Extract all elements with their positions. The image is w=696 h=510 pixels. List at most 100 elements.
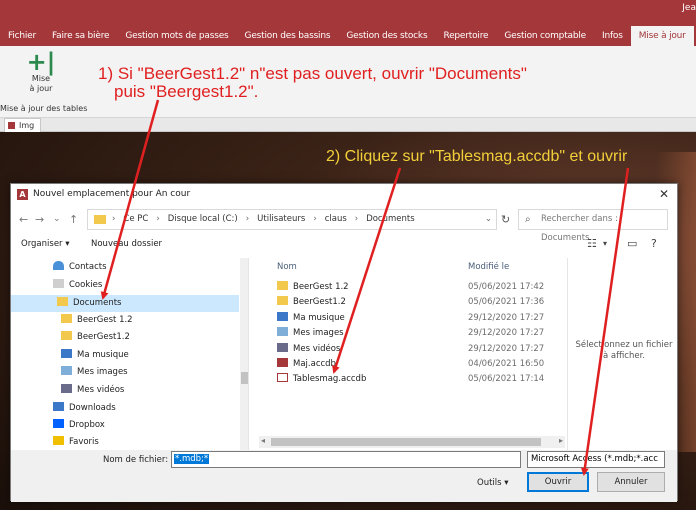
document-tab-bar: Img (0, 118, 696, 132)
images-icon (61, 366, 72, 375)
file-row[interactable]: Mes images 29/12/2020 17:27 (277, 326, 567, 341)
refresh-icon[interactable]: ↻ (501, 213, 510, 226)
nav-item-favoris[interactable]: Favoris (53, 434, 239, 451)
music-icon (61, 349, 72, 358)
breadcrumb-separator: › (354, 214, 359, 224)
new-folder-button[interactable]: Nouveau dossier (91, 239, 162, 249)
nav-item-beergest1-2[interactable]: BeerGest1.2 (61, 329, 239, 346)
document-tab-img[interactable]: Img (4, 118, 42, 132)
filetype-select[interactable]: Microsoft Access (*.mdb;*.acc (527, 451, 665, 468)
dialog-toolbar: Organiser ▾ Nouveau dossier ☷ ▾ ▭ ? (11, 236, 677, 256)
nav-item-documents[interactable]: Documents (11, 295, 239, 312)
tab-gestion-mots-de-passes[interactable]: Gestion mots de passes (117, 26, 236, 46)
breadcrumb-utilisateurs[interactable]: Utilisateurs (257, 210, 305, 229)
file-row[interactable]: BeerGest 1.2 05/06/2021 17:42 (277, 280, 567, 295)
open-button[interactable]: Ouvrir (527, 472, 589, 492)
organize-button[interactable]: Organiser ▾ (21, 239, 70, 249)
breadcrumb-separator: › (112, 214, 116, 224)
address-bar[interactable]: › Ce PC › Disque local (C:) › Utilisateu… (87, 209, 497, 230)
nav-item-cookies[interactable]: Cookies (53, 277, 239, 294)
up-arrow-icon[interactable]: ↑ (69, 213, 78, 226)
tab-gestion-comptable[interactable]: Gestion comptable (496, 26, 594, 46)
annotation-step1-line2: puis "Beergest1.2". (114, 82, 259, 101)
ribbon-group-label: Mise à jour des tables (0, 104, 88, 113)
cancel-button[interactable]: Annuler (597, 472, 665, 492)
access-app-icon: A (17, 189, 28, 200)
videos-icon (61, 384, 72, 393)
preview-pane-icon[interactable]: ▭ (627, 237, 637, 250)
help-icon[interactable]: ? (651, 237, 657, 250)
breadcrumb-separator: › (156, 214, 160, 224)
address-row: ← → ⌄ ↑ › Ce PC › Disque local (C:) › Ut… (11, 208, 677, 243)
ribbon-tabs: Fichier Faire sa bière Gestion mots de p… (0, 26, 694, 46)
folder-icon (94, 215, 106, 224)
scroll-left-icon[interactable]: ◂ (261, 436, 265, 445)
column-header-modified[interactable]: Modifié le (468, 262, 509, 272)
ribbon-tab-bar: Jea Fichier Faire sa bière Gestion mots … (0, 0, 696, 46)
file-list-scrollbar[interactable]: ◂ ▸ (259, 436, 565, 448)
tab-faire-sa-biere[interactable]: Faire sa bière (44, 26, 117, 46)
filename-input[interactable]: *.mdb;* (171, 451, 521, 468)
preview-message: Sélectionnez un fichier à afficher. (575, 340, 673, 361)
nav-scrollbar[interactable] (240, 258, 248, 454)
music-icon (277, 312, 288, 321)
recent-chevron-icon[interactable]: ⌄ (53, 214, 61, 224)
annotation-step1-line1: 1) Si "BeerGest1.2" n"est pas ouvert, ou… (98, 64, 527, 83)
tab-infos[interactable]: Infos (594, 26, 631, 46)
file-list-scrollbar-thumb[interactable] (271, 438, 541, 446)
breadcrumb-separator: › (245, 214, 250, 224)
view-options-icon[interactable]: ☷ (587, 237, 597, 250)
mise-a-jour-label-2: à jour (29, 84, 53, 93)
file-row[interactable]: BeerGest1.2 05/06/2021 17:36 (277, 295, 567, 310)
navigation-pane: Contacts Cookies Documents BeerGest 1.2 … (11, 258, 249, 454)
file-row[interactable]: Mes vidéos 29/12/2020 17:27 (277, 342, 567, 357)
access-file-icon (277, 358, 288, 367)
tab-repertoire[interactable]: Repertoire (435, 26, 496, 46)
file-list: Nom Modifié le BeerGest 1.2 05/06/2021 1… (259, 258, 565, 454)
forward-arrow-icon[interactable]: → (35, 213, 44, 226)
folder-icon (277, 296, 288, 305)
scroll-right-icon[interactable]: ▸ (559, 436, 563, 445)
breadcrumb-ce-pc[interactable]: Ce PC (123, 210, 148, 229)
nav-item-downloads[interactable]: Downloads (53, 400, 239, 417)
view-chevron-icon[interactable]: ▾ (603, 239, 607, 248)
chevron-down-icon[interactable]: ⌄ (485, 210, 492, 229)
back-arrow-icon[interactable]: ← (19, 213, 28, 226)
favorites-icon (53, 436, 64, 445)
file-row[interactable]: Ma musique 29/12/2020 17:27 (277, 311, 567, 326)
nav-item-beergest-1-2[interactable]: BeerGest 1.2 (61, 312, 239, 329)
mise-a-jour-label-1: Mise (31, 74, 51, 83)
open-file-dialog: A Nouvel emplacement pour An cour ✕ ← → … (10, 183, 678, 502)
breadcrumb-claus[interactable]: claus (325, 210, 347, 229)
tab-gestion-des-bassins[interactable]: Gestion des bassins (237, 26, 339, 46)
dialog-titlebar: A Nouvel emplacement pour An cour ✕ (11, 184, 677, 206)
download-icon (53, 402, 64, 411)
nav-scrollbar-thumb[interactable] (241, 372, 248, 384)
dialog-title: Nouvel emplacement pour An cour (33, 189, 191, 199)
tab-mise-a-jour[interactable]: Mise à jour (630, 26, 694, 46)
images-icon (277, 327, 288, 336)
breadcrumb-documents[interactable]: Documents (366, 210, 414, 229)
user-name: Jea (682, 3, 696, 13)
nav-item-dropbox[interactable]: Dropbox (53, 417, 239, 434)
tools-button[interactable]: Outils ▾ (477, 478, 509, 488)
videos-icon (277, 343, 288, 352)
access-file-icon (277, 373, 288, 382)
filename-label: Nom de fichier: (103, 455, 169, 465)
file-row[interactable]: Tablesmag.accdb 05/06/2021 17:14 (277, 372, 567, 387)
tab-fichier[interactable]: Fichier (0, 26, 44, 46)
search-input[interactable]: ⌕ Rechercher dans : Documents (518, 209, 668, 243)
folder-icon (277, 281, 288, 290)
close-icon[interactable]: ✕ (659, 187, 669, 201)
nav-item-ma-musique[interactable]: Ma musique (61, 347, 239, 364)
breadcrumb-disque-local[interactable]: Disque local (C:) (168, 210, 238, 229)
file-row[interactable]: Maj.accdb 04/06/2021 16:50 (277, 357, 567, 372)
tab-gestion-des-stocks[interactable]: Gestion des stocks (338, 26, 435, 46)
contacts-icon (53, 261, 64, 270)
nav-item-contacts[interactable]: Contacts (53, 259, 239, 276)
nav-item-mes-images[interactable]: Mes images (61, 364, 239, 381)
mise-a-jour-button[interactable]: +| Mise à jour (18, 50, 64, 94)
breadcrumb-separator: › (313, 214, 317, 224)
nav-item-mes-videos[interactable]: Mes vidéos (61, 382, 239, 399)
column-header-name[interactable]: Nom (277, 262, 297, 272)
